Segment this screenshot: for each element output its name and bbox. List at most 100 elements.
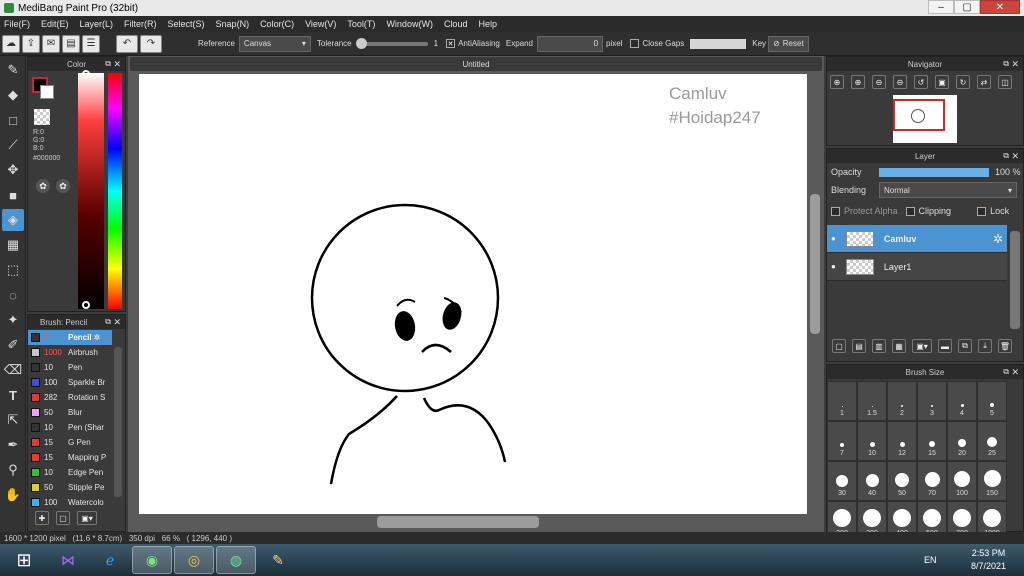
brush-size-option[interactable]: 100: [947, 461, 977, 501]
tolerance-slider-handle[interactable]: [355, 37, 367, 49]
brush-item[interactable]: 10 Edge Pen: [28, 465, 112, 480]
new-halftone-layer-icon[interactable]: ▤: [852, 339, 866, 353]
layer-menu-icon[interactable]: ▣▾: [912, 339, 932, 353]
move-tool-icon[interactable]: ✥: [2, 159, 24, 181]
vertical-scroll-thumb[interactable]: [810, 194, 820, 334]
close-icon[interactable]: ✕: [113, 317, 121, 328]
brush-item[interactable]: 10 Pen: [28, 360, 112, 375]
layer-item[interactable]: ● Layer1: [827, 253, 1007, 281]
layer-list-scrollbar[interactable]: [1010, 231, 1020, 329]
blending-select[interactable]: Normal ▾: [879, 182, 1017, 198]
fit-screen-icon[interactable]: ▣: [935, 75, 949, 89]
hue-slider[interactable]: [108, 73, 122, 309]
brush-tool-icon[interactable]: ✎: [2, 59, 24, 81]
medibang-taskbar-icon[interactable]: ◍: [216, 546, 256, 574]
zoom-minus-icon[interactable]: ⊖: [893, 75, 907, 89]
popout-icon[interactable]: ⧉: [1003, 367, 1009, 377]
rotate-left-icon[interactable]: ↺: [914, 75, 928, 89]
gradient-tool-icon[interactable]: ▦: [2, 234, 24, 256]
document-tab[interactable]: Untitled: [130, 57, 822, 71]
new-1bit-layer-icon[interactable]: ▦: [892, 339, 906, 353]
layer-item[interactable]: ● Camluv ✲: [827, 225, 1007, 253]
brush-menu-icon[interactable]: ▣▾: [77, 511, 97, 525]
reset-button[interactable]: ⊘ Reset: [768, 35, 809, 52]
brush-size-option[interactable]: 5: [977, 381, 1007, 421]
palette-settings-icon[interactable]: ✿: [56, 179, 70, 193]
brush-item[interactable]: 1000 Airbrush: [28, 345, 112, 360]
visibility-eye-icon[interactable]: ●: [831, 262, 836, 271]
fill-rect-tool-icon[interactable]: ■: [2, 184, 24, 206]
redo-icon[interactable]: ↷: [140, 34, 162, 53]
document-icon[interactable]: ▤: [62, 34, 80, 53]
close-icon[interactable]: ✕: [1011, 59, 1019, 70]
brush-size-option[interactable]: 4: [947, 381, 977, 421]
delete-layer-icon[interactable]: 🗑: [998, 339, 1012, 353]
paint-palette-icon[interactable]: ✎: [258, 546, 298, 574]
antialiasing-checkbox[interactable]: ✕: [446, 39, 456, 48]
menu-cloud[interactable]: Cloud: [444, 19, 468, 29]
brush-size-option[interactable]: 15: [917, 421, 947, 461]
brush-item[interactable]: 5 Pencil ✲: [28, 330, 112, 345]
undo-icon[interactable]: ↶: [116, 34, 138, 53]
start-button-icon[interactable]: ⊞: [2, 546, 46, 574]
brush-size-option[interactable]: 40: [857, 461, 887, 501]
lock-checkbox[interactable]: [977, 206, 987, 216]
background-color-swatch[interactable]: [40, 85, 54, 99]
brush-list-scrollbar[interactable]: [114, 347, 122, 497]
drawing-canvas[interactable]: Camluv #Hoidap247: [139, 74, 807, 514]
popout-icon[interactable]: ⧉: [1003, 59, 1009, 69]
bucket-tool-icon[interactable]: ◈: [2, 209, 24, 231]
operation-tool-icon[interactable]: ⇱: [2, 409, 24, 431]
gear-icon[interactable]: ✲: [94, 333, 101, 342]
horizontal-scroll-thumb[interactable]: [377, 516, 539, 528]
brush-item[interactable]: 15 Mapping P: [28, 450, 112, 465]
minimize-button[interactable]: –: [928, 0, 954, 14]
folder-icon[interactable]: ▬: [938, 339, 952, 353]
maximize-button[interactable]: ▢: [954, 0, 980, 14]
merge-down-icon[interactable]: ⤓: [978, 339, 992, 353]
select-tool-icon[interactable]: ⬚: [2, 259, 24, 281]
share-icon[interactable]: ⇪: [22, 34, 40, 53]
eraser-tool-icon[interactable]: ◆: [2, 84, 24, 106]
sb-picker-handle-bottom[interactable]: [82, 301, 90, 309]
rotate-right-icon[interactable]: ↻: [956, 75, 970, 89]
close-gaps-slider[interactable]: [690, 38, 747, 49]
line-tool-icon[interactable]: ⟋: [2, 134, 24, 156]
comment-icon[interactable]: ✉: [42, 34, 60, 53]
select-eraser-tool-icon[interactable]: ⌫: [2, 359, 24, 381]
brush-size-option[interactable]: 12: [887, 421, 917, 461]
popout-icon[interactable]: ⧉: [105, 317, 111, 327]
close-gaps-checkbox[interactable]: [630, 39, 640, 48]
brush-size-option[interactable]: 20: [947, 421, 977, 461]
brush-item[interactable]: 100 Watercolo: [28, 495, 112, 510]
brush-size-option[interactable]: 70: [917, 461, 947, 501]
eyedropper-tool-icon[interactable]: ✒: [2, 434, 24, 456]
menu-window[interactable]: Window(W): [386, 19, 433, 29]
zoom-plus-icon[interactable]: ⊕: [851, 75, 865, 89]
brush-size-option[interactable]: 3: [917, 381, 947, 421]
add-brush-icon[interactable]: ✚: [35, 511, 49, 525]
new-8bit-layer-icon[interactable]: ▥: [872, 339, 886, 353]
gear-icon[interactable]: ✲: [993, 232, 1003, 246]
select-pen-tool-icon[interactable]: ✐: [2, 334, 24, 356]
brush-item[interactable]: 10 Pen (Shar: [28, 420, 112, 435]
chrome-icon[interactable]: ◎: [174, 546, 214, 574]
brush-size-option[interactable]: 1.5: [857, 381, 887, 421]
brush-size-option[interactable]: 10: [857, 421, 887, 461]
menu-file[interactable]: File(F): [4, 19, 30, 29]
expand-input[interactable]: 0: [537, 35, 604, 52]
brush-size-option[interactable]: 1: [827, 381, 857, 421]
internet-explorer-icon[interactable]: ℯ: [90, 546, 130, 574]
rectangle-tool-icon[interactable]: □: [2, 109, 24, 131]
brush-item[interactable]: 50 Stipple Pe: [28, 480, 112, 495]
text-tool-icon[interactable]: T: [2, 384, 24, 406]
language-indicator[interactable]: EN: [924, 555, 937, 565]
brush-size-option[interactable]: 150: [977, 461, 1007, 501]
horizontal-scrollbar[interactable]: [139, 516, 807, 528]
cloud-icon[interactable]: ☁: [2, 34, 20, 53]
palette-icon[interactable]: ✿: [36, 179, 50, 193]
menu-color[interactable]: Color(C): [260, 19, 294, 29]
zoom-in-icon[interactable]: ⊕: [830, 75, 844, 89]
menu-view[interactable]: View(V): [305, 19, 336, 29]
transparent-color-swatch[interactable]: [34, 109, 50, 125]
